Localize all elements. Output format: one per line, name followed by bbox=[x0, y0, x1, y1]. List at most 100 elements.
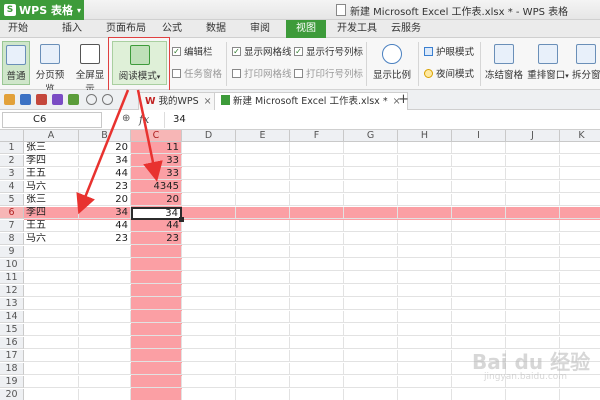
new-tab-icon[interactable]: + bbox=[398, 92, 409, 107]
grid-cell[interactable]: 33 bbox=[131, 155, 182, 167]
grid-cell[interactable] bbox=[182, 389, 236, 400]
zoom-button[interactable]: 显示比例 bbox=[370, 41, 414, 85]
grid-cell[interactable] bbox=[398, 142, 452, 154]
arrange-windows-button[interactable]: 重排窗口▾ bbox=[526, 41, 570, 85]
grid-cell[interactable] bbox=[24, 363, 79, 375]
row-header[interactable]: 10 bbox=[0, 259, 24, 271]
grid-cell[interactable] bbox=[131, 363, 182, 375]
row-header[interactable]: 14 bbox=[0, 311, 24, 323]
grid-cell[interactable] bbox=[131, 259, 182, 271]
format-painter-icon[interactable] bbox=[68, 94, 79, 105]
grid-cell[interactable] bbox=[290, 142, 344, 154]
grid-cell[interactable]: 20 bbox=[131, 194, 182, 206]
grid-cell[interactable] bbox=[182, 181, 236, 193]
grid-cell[interactable] bbox=[182, 155, 236, 167]
grid-cell[interactable] bbox=[344, 285, 398, 297]
grid-cell[interactable] bbox=[236, 337, 290, 349]
show-gridlines-checkbox[interactable]: ✓ 显示网格线 bbox=[232, 44, 292, 58]
row-header[interactable]: 19 bbox=[0, 376, 24, 388]
edit-bar-checkbox[interactable]: ✓ 编辑栏 bbox=[172, 44, 213, 58]
grid-cell[interactable]: 马六 bbox=[24, 181, 79, 193]
grid-cell[interactable] bbox=[182, 285, 236, 297]
menu-tab[interactable]: 数据 bbox=[198, 20, 234, 38]
grid-cell[interactable]: 20 bbox=[79, 142, 131, 154]
grid-cell[interactable] bbox=[506, 233, 560, 245]
grid-cell[interactable] bbox=[344, 259, 398, 271]
grid-cell[interactable] bbox=[344, 246, 398, 258]
app-menu-button[interactable]: S WPS 表格 ▾ bbox=[0, 0, 84, 20]
normal-view-button[interactable]: 普通 bbox=[2, 41, 30, 85]
grid-cell[interactable] bbox=[24, 324, 79, 336]
grid-cell[interactable] bbox=[24, 350, 79, 362]
row-header[interactable]: 15 bbox=[0, 324, 24, 336]
grid-cell[interactable] bbox=[290, 259, 344, 271]
grid-cell[interactable] bbox=[236, 376, 290, 388]
grid-cell[interactable] bbox=[182, 324, 236, 336]
row-header[interactable]: 12 bbox=[0, 285, 24, 297]
grid-cell[interactable] bbox=[560, 272, 600, 284]
select-all-corner[interactable] bbox=[0, 130, 24, 142]
grid-cell[interactable] bbox=[131, 298, 182, 310]
grid-cell[interactable] bbox=[344, 298, 398, 310]
grid-cell[interactable] bbox=[506, 324, 560, 336]
grid-cell[interactable] bbox=[560, 181, 600, 193]
row-header[interactable]: 13 bbox=[0, 298, 24, 310]
grid-cell[interactable] bbox=[506, 285, 560, 297]
menu-tab[interactable]: 审阅 bbox=[242, 20, 278, 38]
column-header[interactable]: B bbox=[79, 130, 131, 142]
grid-cell[interactable] bbox=[79, 272, 131, 284]
grid-cell[interactable] bbox=[398, 285, 452, 297]
grid-cell[interactable] bbox=[236, 246, 290, 258]
grid-cell[interactable] bbox=[182, 376, 236, 388]
grid-cell[interactable] bbox=[506, 207, 560, 219]
grid-cell[interactable] bbox=[236, 155, 290, 167]
grid-cell[interactable]: 张三 bbox=[24, 142, 79, 154]
grid-cell[interactable] bbox=[79, 324, 131, 336]
grid-cell[interactable]: 44 bbox=[79, 168, 131, 180]
grid-cell[interactable] bbox=[344, 350, 398, 362]
print-headers-checkbox[interactable]: 打印行号列标 bbox=[294, 66, 363, 80]
grid-cell[interactable] bbox=[452, 298, 506, 310]
menu-tab[interactable]: 插入 bbox=[52, 20, 92, 38]
grid-cell[interactable] bbox=[398, 194, 452, 206]
grid-cell[interactable] bbox=[236, 350, 290, 362]
grid-cell[interactable] bbox=[24, 285, 79, 297]
grid-cell[interactable] bbox=[290, 363, 344, 375]
menu-tab[interactable]: 公式 bbox=[154, 20, 190, 38]
row-header[interactable]: 6 bbox=[0, 207, 24, 219]
grid-cell[interactable] bbox=[560, 324, 600, 336]
grid-cell[interactable] bbox=[131, 272, 182, 284]
grid-cell[interactable] bbox=[236, 259, 290, 271]
grid-cell[interactable] bbox=[182, 220, 236, 232]
column-header[interactable]: J bbox=[506, 130, 560, 142]
grid-cell[interactable] bbox=[131, 350, 182, 362]
close-icon[interactable]: × bbox=[204, 96, 212, 107]
row-header[interactable]: 16 bbox=[0, 337, 24, 349]
grid-cell[interactable] bbox=[290, 376, 344, 388]
grid-cell[interactable]: 王五 bbox=[24, 168, 79, 180]
grid-cell[interactable] bbox=[236, 298, 290, 310]
undo-icon[interactable] bbox=[86, 94, 97, 105]
grid-cell[interactable] bbox=[452, 233, 506, 245]
column-header[interactable]: E bbox=[236, 130, 290, 142]
grid-cell[interactable] bbox=[398, 155, 452, 167]
grid-cell[interactable] bbox=[236, 389, 290, 400]
menu-tab[interactable]: 视图 bbox=[286, 20, 326, 38]
save-icon[interactable] bbox=[20, 94, 31, 105]
grid-cell[interactable] bbox=[398, 324, 452, 336]
grid-cell[interactable] bbox=[290, 246, 344, 258]
grid-cell[interactable] bbox=[182, 194, 236, 206]
grid-cell[interactable] bbox=[452, 259, 506, 271]
grid-cell[interactable] bbox=[560, 311, 600, 323]
grid-cell[interactable] bbox=[506, 155, 560, 167]
grid-cell[interactable] bbox=[398, 311, 452, 323]
grid-cell[interactable] bbox=[560, 168, 600, 180]
grid-cell[interactable] bbox=[79, 311, 131, 323]
grid-cell[interactable] bbox=[344, 168, 398, 180]
grid-cell[interactable] bbox=[398, 363, 452, 375]
menu-tab[interactable]: 页面布局 bbox=[100, 20, 152, 38]
column-header[interactable]: H bbox=[398, 130, 452, 142]
name-box[interactable]: C6 bbox=[2, 112, 102, 128]
grid-cell[interactable]: 23 bbox=[79, 181, 131, 193]
eye-mode-button[interactable]: 护眼模式 bbox=[424, 44, 474, 58]
